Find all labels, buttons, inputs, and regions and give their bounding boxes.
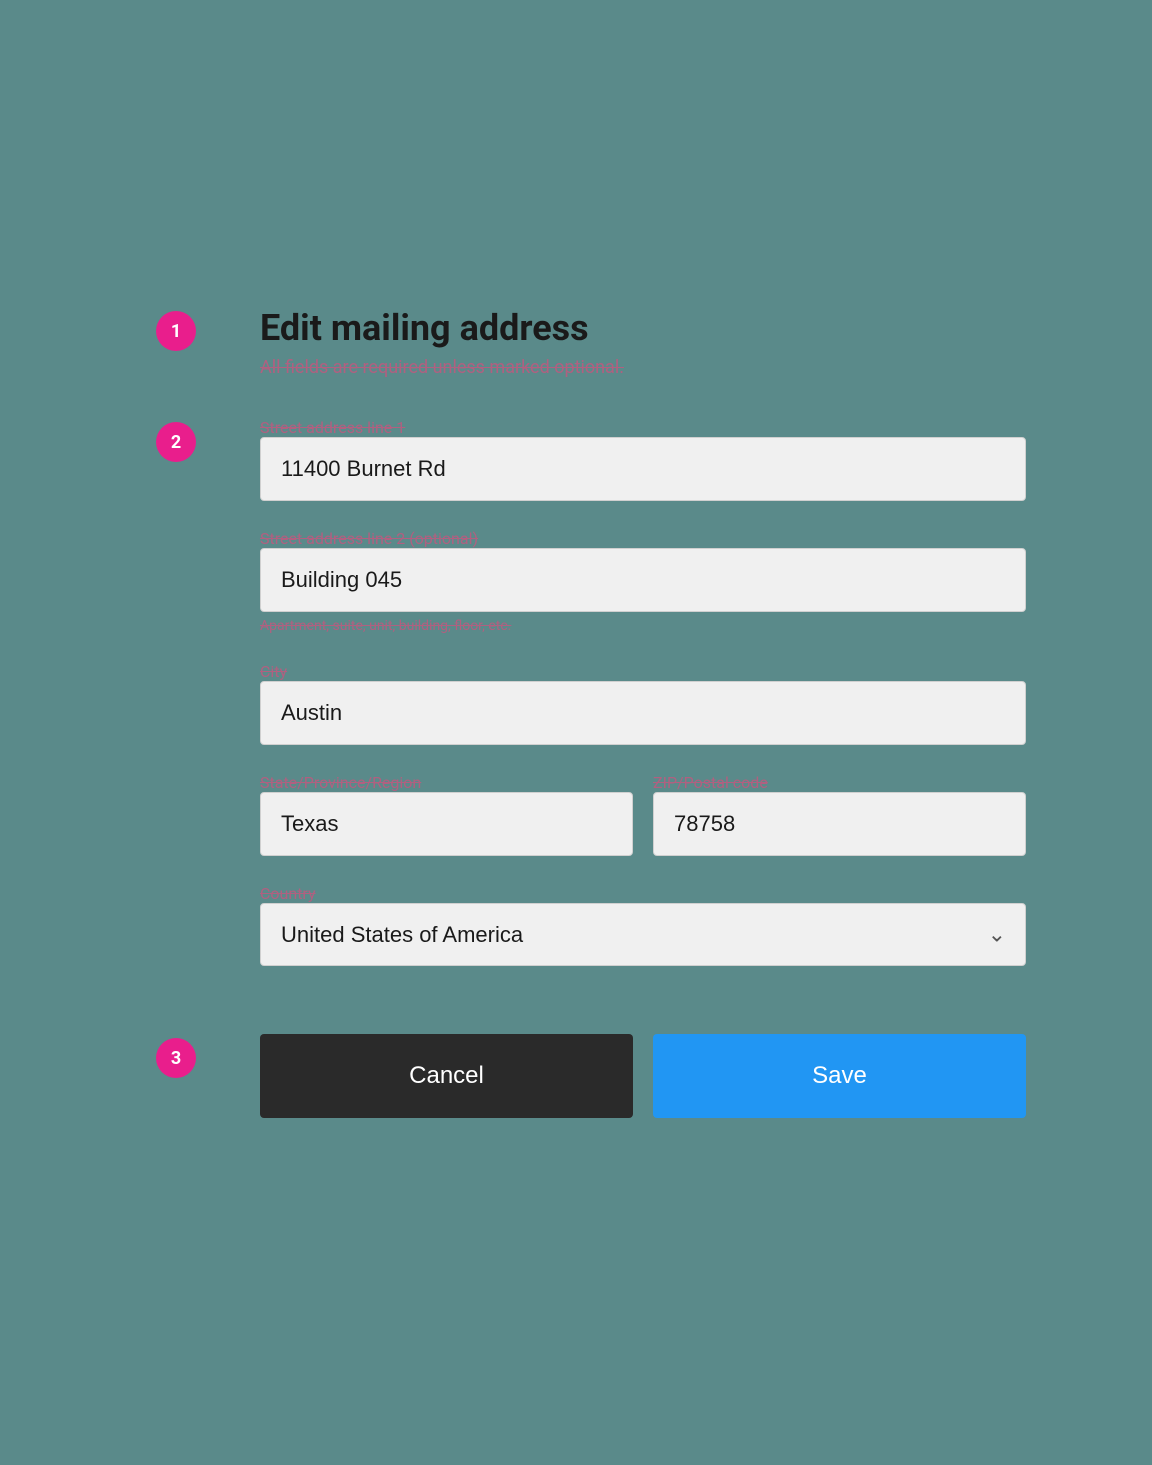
zip-field-group: ZIP/Postal code: [653, 773, 1026, 856]
cancel-button[interactable]: Cancel: [260, 1034, 633, 1118]
step-1-indicator-col: 1: [126, 307, 226, 351]
street1-label: Street address line 1: [260, 418, 405, 437]
page-container: 1 Edit mailing address All fields are re…: [0, 0, 1152, 1465]
street2-input[interactable]: [260, 548, 1026, 612]
street2-field-group: Street address line 2 (optional) Apartme…: [260, 529, 1026, 634]
zip-label: ZIP/Postal code: [653, 773, 768, 792]
header-content: Edit mailing address All fields are requ…: [260, 307, 1026, 378]
step-1-badge: 1: [156, 311, 196, 351]
state-zip-row: State/Province/Region ZIP/Postal code: [260, 773, 1026, 884]
step-3-badge: 3: [156, 1038, 196, 1078]
form-content: Street address line 1 Street address lin…: [260, 418, 1026, 994]
save-button[interactable]: Save: [653, 1034, 1026, 1118]
city-input[interactable]: [260, 681, 1026, 745]
actions-content: Cancel Save: [260, 1034, 1026, 1118]
card: 1 Edit mailing address All fields are re…: [126, 247, 1026, 1218]
actions-section: 3 Cancel Save: [126, 1034, 1026, 1118]
step-3-indicator-col: 3: [126, 1034, 226, 1078]
street1-input[interactable]: [260, 437, 1026, 501]
step-2-badge: 2: [156, 422, 196, 462]
buttons-row: Cancel Save: [260, 1034, 1026, 1118]
state-input[interactable]: [260, 792, 633, 856]
country-field-group: Country United States of America Canada …: [260, 884, 1026, 966]
country-select[interactable]: United States of America Canada United K…: [260, 903, 1026, 966]
country-label: Country: [260, 884, 316, 903]
state-field-group: State/Province/Region: [260, 773, 633, 856]
step-2-indicator-col: 2: [126, 418, 226, 462]
state-label: State/Province/Region: [260, 773, 421, 792]
street1-field-group: Street address line 1: [260, 418, 1026, 501]
page-title: Edit mailing address: [260, 307, 1026, 349]
zip-input[interactable]: [653, 792, 1026, 856]
page-subtitle: All fields are required unless marked op…: [260, 357, 1026, 378]
street2-hint: Apartment, suite, unit, building, floor,…: [260, 618, 1026, 634]
form-section: 2 Street address line 1 Street address l…: [126, 418, 1026, 994]
header-section: 1 Edit mailing address All fields are re…: [126, 307, 1026, 378]
country-select-wrapper: United States of America Canada United K…: [260, 903, 1026, 966]
street2-label: Street address line 2 (optional): [260, 529, 478, 548]
city-field-group: City: [260, 662, 1026, 745]
city-label: City: [260, 662, 287, 681]
